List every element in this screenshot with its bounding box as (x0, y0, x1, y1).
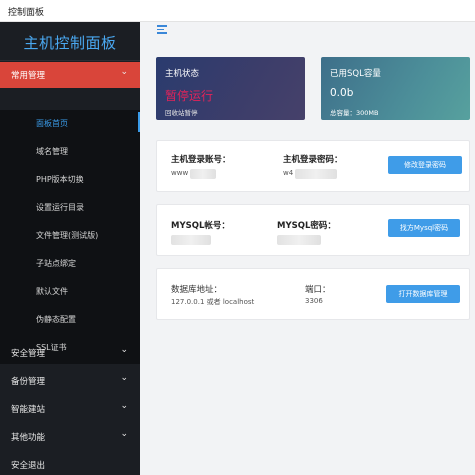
db-port-label: 端口： (305, 285, 331, 295)
database-panel: 数据库地址： 127.0.0.1 或者 localhost 端口： 3306 打… (156, 268, 470, 320)
sidebar-group-label: 智能建站 (11, 405, 46, 415)
sidebar-item-run-dir[interactable]: 设置运行目录 (0, 194, 140, 220)
sidebar-group-backup[interactable]: 备份管理 ⌄ (0, 368, 140, 394)
menu-toggle-icon[interactable] (157, 25, 167, 34)
sidebar-item-domain[interactable]: 域名管理 (0, 138, 140, 164)
sidebar-item-label: 文件管理(测试版) (36, 231, 99, 240)
sidebar-group-security[interactable]: 安全管理 ⌄ (0, 340, 140, 366)
redacted-value (277, 235, 321, 245)
mysql-panel: MYSQL帐号： MYSQL密码： 找方Mysql密码 (156, 204, 470, 256)
sidebar-logout[interactable]: 安全退出 (0, 452, 140, 475)
chevron-down-icon: ⌄ (120, 345, 128, 355)
db-address-label: 数据库地址： (171, 285, 223, 295)
card-title: 已用SQL容量 (330, 69, 381, 79)
sidebar-item-label: 伪静态配置 (36, 315, 76, 324)
db-address-value: 127.0.0.1 或者 localhost (171, 298, 255, 306)
main-content: 主机状态 暂停运行 回收站暂停 已用SQL容量 0.0b 总容量：300MB 主… (140, 22, 475, 475)
host-password-label: 主机登录密码： (283, 155, 343, 165)
sidebar-group-label: 安全退出 (11, 461, 46, 471)
chevron-down-icon: ⌄ (120, 401, 128, 411)
change-login-password-button[interactable]: 修改登录密码 (388, 156, 462, 174)
sidebar-group-site-builder[interactable]: 智能建站 ⌄ (0, 396, 140, 422)
host-status-note: 回收站暂停 (165, 109, 198, 117)
sidebar-item-label: 子站点绑定 (36, 259, 76, 268)
sidebar-item-label: 域名管理 (36, 147, 68, 156)
host-status-value: 暂停运行 (165, 89, 214, 103)
sidebar-item-label: 设置运行目录 (36, 203, 84, 212)
redacted-value (190, 169, 216, 179)
sidebar-item-file-manager[interactable]: 文件管理(测试版) (0, 222, 140, 248)
host-account-label: 主机登录账号： (171, 155, 231, 165)
redacted-value (171, 235, 211, 245)
sidebar-submenu: 面板首页 域名管理 PHP版本切换 设置运行目录 文件管理(测试版) 子站点绑定… (0, 110, 140, 364)
open-db-manager-button[interactable]: 打开数据库管理 (386, 285, 460, 303)
sidebar-divider (0, 60, 140, 61)
sql-usage-value: 0.0b (330, 87, 354, 99)
redacted-value (295, 169, 337, 179)
host-password-value: w4 (283, 169, 294, 177)
sql-usage-card: 已用SQL容量 0.0b 总容量：300MB (321, 57, 470, 120)
db-port-value: 3306 (305, 297, 323, 305)
host-status-card: 主机状态 暂停运行 回收站暂停 (156, 57, 305, 120)
host-login-panel: 主机登录账号： www 主机登录密码： w4 修改登录密码 (156, 140, 470, 192)
sidebar-item-php-version[interactable]: PHP版本切换 (0, 166, 140, 192)
sidebar-group-other[interactable]: 其他功能 ⌄ (0, 424, 140, 450)
mysql-password-label: MYSQL密码： (277, 221, 336, 231)
sidebar-group-label: 其他功能 (11, 433, 46, 443)
chevron-down-icon: ⌄ (120, 429, 128, 439)
chevron-down-icon: ⌄ (120, 373, 128, 383)
sidebar-group-common[interactable]: 常用管理 ⌄ (0, 62, 140, 88)
sidebar-item-panel-home[interactable]: 面板首页 (0, 110, 140, 136)
sidebar-item-rewrite[interactable]: 伪静态配置 (0, 306, 140, 332)
mysql-account-label: MYSQL帐号： (171, 221, 230, 231)
sidebar-item-default-file[interactable]: 默认文件 (0, 278, 140, 304)
sidebar-group-label: 安全管理 (11, 349, 46, 359)
sidebar-item-subsite[interactable]: 子站点绑定 (0, 250, 140, 276)
sidebar-group-label: 备份管理 (11, 377, 46, 387)
chevron-down-icon: ⌄ (120, 67, 128, 77)
sidebar-item-label: 默认文件 (36, 287, 68, 296)
sidebar-item-label: 面板首页 (36, 119, 68, 128)
sidebar: 主机控制面板 常用管理 ⌄ 面板首页 域名管理 PHP版本切换 设置运行目录 文… (0, 22, 140, 475)
window-title: 控制面板 (8, 8, 45, 18)
window-titlebar: 控制面板 (0, 0, 475, 22)
sidebar-item-label: PHP版本切换 (36, 175, 84, 184)
card-title: 主机状态 (165, 69, 200, 79)
sql-total-capacity: 总容量：300MB (330, 109, 379, 117)
host-account-value: www (171, 169, 189, 177)
sidebar-brand: 主机控制面板 (23, 34, 117, 52)
find-mysql-password-button[interactable]: 找方Mysql密码 (388, 219, 460, 237)
sidebar-group-label: 常用管理 (11, 71, 46, 81)
